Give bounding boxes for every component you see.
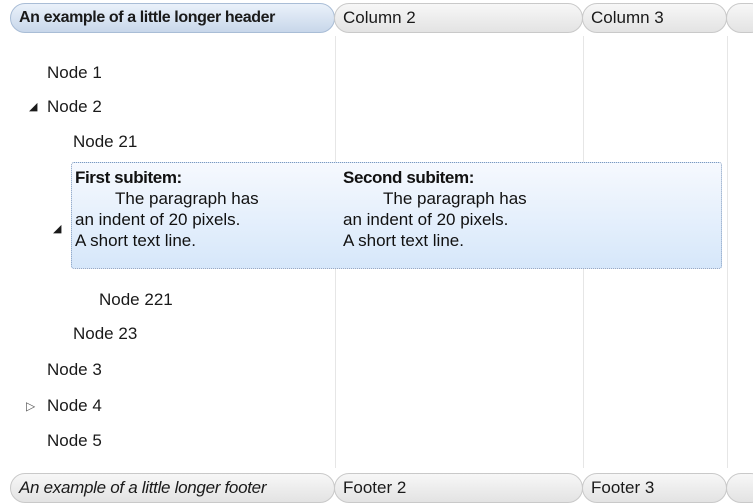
tree-row-node-23[interactable]: Node 23 xyxy=(0,316,753,351)
subitem-title: First subitem: xyxy=(75,168,182,187)
column-header-2[interactable]: Column 2 xyxy=(334,3,583,33)
triangle-expanded-icon[interactable]: ◢ xyxy=(29,90,37,125)
column-footer-1[interactable]: An example of a little longer footer xyxy=(10,473,335,503)
column-footer-3[interactable]: Footer 3 xyxy=(582,473,727,503)
tree-row-node-2[interactable]: ◢ Node 2 xyxy=(0,89,753,124)
first-subitem: First subitem: The paragraph has an inde… xyxy=(75,167,259,251)
triangle-collapsed-icon[interactable]: ▷ xyxy=(26,389,35,424)
tree-row-node-4[interactable]: ▷ Node 4 xyxy=(0,388,753,423)
column-header-4[interactable] xyxy=(726,3,753,33)
column-header-1[interactable]: An example of a little longer header xyxy=(10,3,335,33)
subitem-text: The paragraph has xyxy=(383,189,527,208)
tree-row-node-1[interactable]: Node 1 xyxy=(0,55,753,90)
column-header-3[interactable]: Column 3 xyxy=(582,3,727,33)
node-label: Node 21 xyxy=(73,132,138,151)
subitem-text: A short text line. xyxy=(75,231,196,250)
subitem-title: Second subitem: xyxy=(343,168,474,187)
node-label: Node 5 xyxy=(47,431,102,450)
node-label: Node 2 xyxy=(47,97,102,116)
column-footer-bar: An example of a little longer footer Foo… xyxy=(0,470,753,504)
tree-row-node-3[interactable]: Node 3 xyxy=(0,352,753,387)
subitem-text: an indent of 20 pixels. xyxy=(75,210,241,229)
tree-row-node-21[interactable]: Node 21 xyxy=(0,124,753,159)
node-label: Node 23 xyxy=(73,324,138,343)
tree-row-node-5[interactable]: Node 5 xyxy=(0,423,753,458)
subitem-text: an indent of 20 pixels. xyxy=(343,210,509,229)
node-label: Node 221 xyxy=(99,290,173,309)
subitem-text: A short text line. xyxy=(343,231,464,250)
tree-row-node-221[interactable]: Node 221 xyxy=(0,282,753,317)
node-label: Node 1 xyxy=(47,63,102,82)
node-label: Node 4 xyxy=(47,396,102,415)
second-subitem: Second subitem: The paragraph has an ind… xyxy=(343,167,527,251)
column-footer-2[interactable]: Footer 2 xyxy=(334,473,583,503)
selected-tree-row[interactable]: First subitem: The paragraph has an inde… xyxy=(71,162,722,269)
column-footer-4[interactable] xyxy=(726,473,753,503)
subitem-text: The paragraph has xyxy=(115,189,259,208)
triangle-expanded-icon[interactable]: ◢ xyxy=(53,221,61,237)
node-label: Node 3 xyxy=(47,360,102,379)
column-header-bar: An example of a little longer header Col… xyxy=(0,0,753,34)
